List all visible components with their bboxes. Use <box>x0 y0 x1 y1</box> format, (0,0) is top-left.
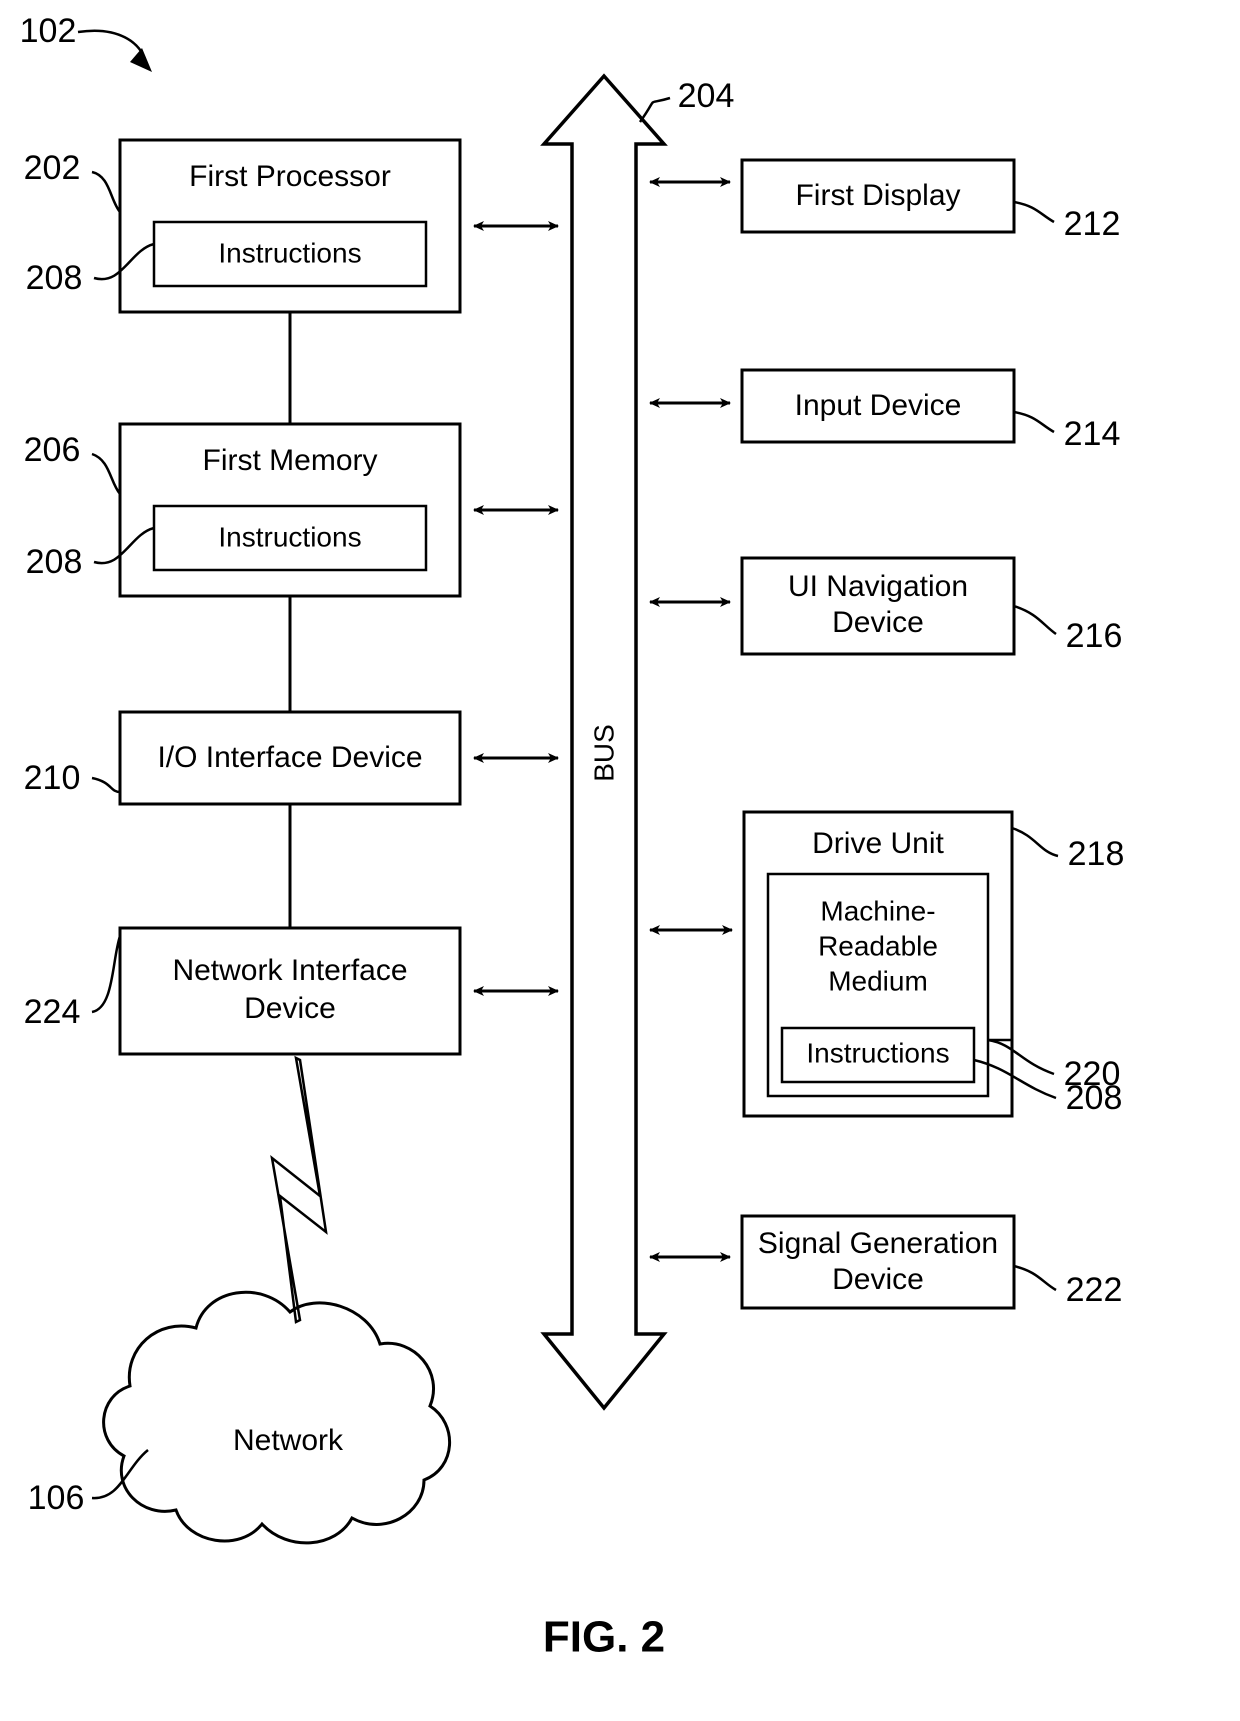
ref-label-218: 218 <box>1068 835 1125 873</box>
box-first-memory: First Memory Instructions <box>118 422 462 598</box>
box-label-first-processor: First Processor <box>189 160 391 193</box>
ref-leader-210 <box>91 776 121 794</box>
ref-leader-224 <box>91 935 122 1014</box>
ref-leader-208-medium <box>973 1058 1057 1100</box>
box-label-network-interface-line2: Device <box>244 992 336 1025</box>
ref-label-216: 216 <box>1066 617 1123 655</box>
box-label-medium-line1: Machine- <box>820 895 935 926</box>
diagram-canvas: 102 BUS 204 First Processor Instructions… <box>20 12 1125 1662</box>
ref-leader-222 <box>1013 1264 1057 1292</box>
ref-leader-218 <box>1011 826 1059 858</box>
network-cloud: Network <box>102 1290 452 1545</box>
ref-leader-208-processor <box>93 242 155 281</box>
box-io-interface-device: I/O Interface Device <box>118 710 462 806</box>
box-label-first-memory: First Memory <box>203 444 378 477</box>
box-label-signal-generation-line1: Signal Generation <box>758 1227 998 1260</box>
ref-leader-216 <box>1013 604 1057 636</box>
box-label-medium-line2: Readable <box>818 930 938 961</box>
box-label-network-interface-line1: Network Interface <box>172 954 407 987</box>
ref-label-202: 202 <box>24 149 81 187</box>
ref-label-208-memory: 208 <box>26 543 83 581</box>
box-label-instructions-memory: Instructions <box>218 521 361 552</box>
lightning-bolt-icon <box>270 1055 328 1324</box>
ref-label-102: 102 <box>20 12 77 50</box>
cloud-label-network: Network <box>233 1424 344 1457</box>
box-label-io-interface-device: I/O Interface Device <box>157 741 422 774</box>
ref-label-208-processor: 208 <box>26 259 83 297</box>
ref-label-208-medium: 208 <box>1066 1079 1123 1117</box>
box-label-drive-unit: Drive Unit <box>812 827 944 860</box>
box-network-interface-device: Network Interface Device <box>118 926 462 1056</box>
ref-leader-206 <box>91 452 122 495</box>
ref-label-224: 224 <box>24 993 81 1031</box>
patent-figure-2: 102 BUS 204 First Processor Instructions… <box>0 0 1240 1721</box>
box-label-signal-generation-line2: Device <box>832 1263 924 1296</box>
box-label-medium-line3: Medium <box>828 965 928 996</box>
box-label-first-display: First Display <box>795 179 960 212</box>
ref-label-210: 210 <box>24 759 81 797</box>
ref-label-212: 212 <box>1064 205 1121 243</box>
box-label-ui-navigation-line2: Device <box>832 606 924 639</box>
ref-leader-214 <box>1013 410 1055 434</box>
box-label-instructions-medium: Instructions <box>806 1037 949 1068</box>
ref-label-222: 222 <box>1066 1271 1123 1309</box>
ref-label-106: 106 <box>28 1479 85 1517</box>
box-ui-navigation-device: UI Navigation Device <box>740 556 1016 656</box>
ref-label-206: 206 <box>24 431 81 469</box>
box-first-processor: First Processor Instructions <box>118 138 462 314</box>
ref-leader-202 <box>91 170 122 213</box>
system-ref-leader <box>77 29 152 72</box>
ref-label-204: 204 <box>678 77 735 115</box>
ref-leader-208-memory <box>93 526 155 565</box>
box-input-device: Input Device <box>740 368 1016 444</box>
box-label-instructions-processor: Instructions <box>218 237 361 268</box>
bus-label: BUS <box>588 724 619 782</box>
ref-label-214: 214 <box>1064 415 1121 453</box>
box-label-ui-navigation-line1: UI Navigation <box>788 570 968 603</box>
box-signal-generation-device: Signal Generation Device <box>740 1214 1016 1310</box>
box-first-display: First Display <box>740 158 1016 234</box>
figure-caption: FIG. 2 <box>543 1613 665 1662</box>
ref-leader-212 <box>1013 200 1055 224</box>
box-label-input-device: Input Device <box>795 389 962 422</box>
box-drive-unit: Drive Unit Machine- Readable Medium Inst… <box>742 810 1014 1118</box>
bus-ref-leader <box>638 96 671 123</box>
